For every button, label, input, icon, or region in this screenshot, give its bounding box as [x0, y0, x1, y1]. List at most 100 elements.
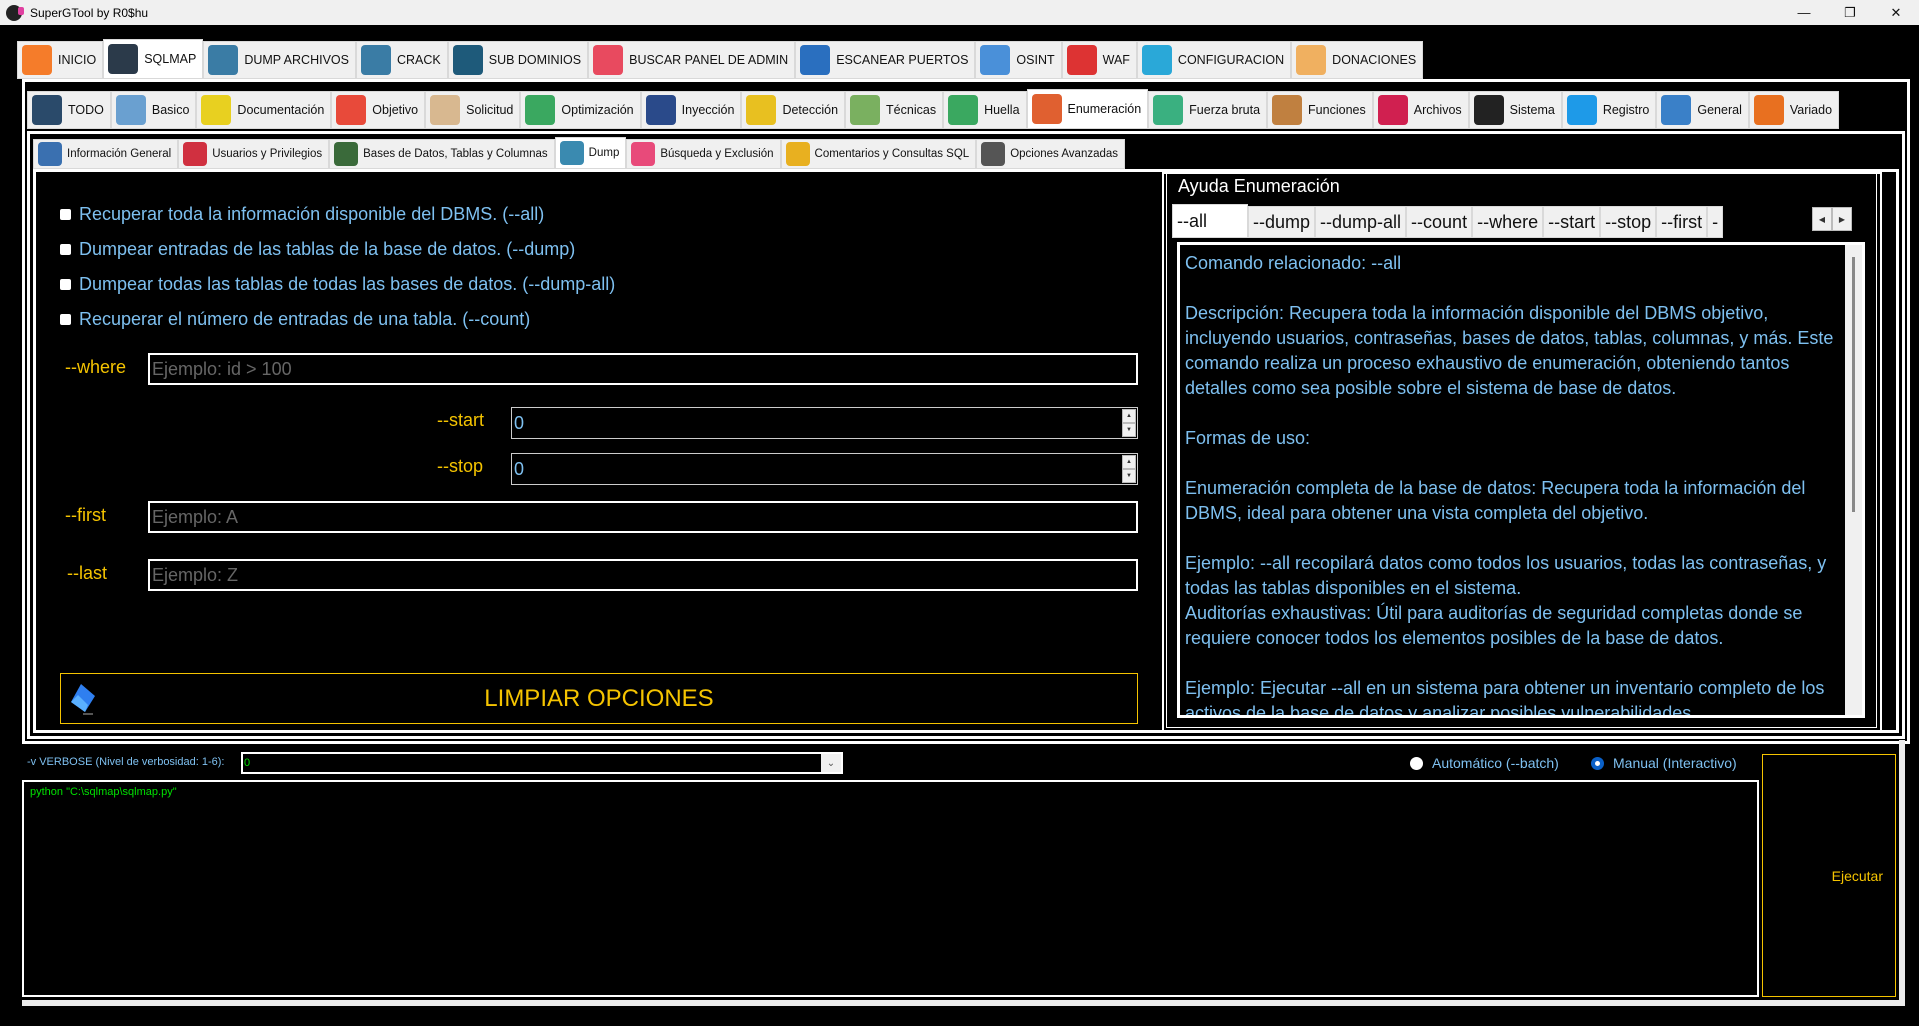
radio-button[interactable] [1410, 756, 1423, 770]
first-label: --first [65, 505, 106, 525]
tab-sistema[interactable]: Sistema [1468, 91, 1562, 129]
checkbox-count[interactable]: Recuperar el número de entradas de una t… [60, 302, 615, 337]
help-scrollbar[interactable] [1845, 245, 1862, 715]
close-icon[interactable]: ✕ [1873, 0, 1919, 25]
tab-label: Basico [151, 103, 190, 117]
tab-bases-de-datos-tablas-y-columnas[interactable]: Bases de Datos, Tablas y Columnas [329, 139, 555, 169]
dump-options: Recuperar toda la información disponible… [60, 197, 615, 337]
radio-batch[interactable]: Automático (--batch) [1410, 755, 1559, 771]
tab-busqueda-y-exclusion[interactable]: Búsqueda y Exclusión [626, 139, 781, 169]
tab-comentarios-y-consultas-sql[interactable]: Comentarios y Consultas SQL [780, 139, 977, 169]
tab-todo[interactable]: TODO [27, 91, 111, 129]
tab-label: Archivos [1413, 103, 1462, 117]
admin-panel-icon [593, 45, 624, 75]
help-tab-count[interactable]: --count [1406, 206, 1473, 238]
help-tab-first[interactable]: --first [1656, 206, 1708, 238]
tab-informacion-general[interactable]: Información General [33, 139, 179, 169]
tab-solicitud[interactable]: Solicitud [425, 91, 521, 129]
where-input[interactable]: Ejemplo: id > 100 [148, 353, 1138, 385]
help-tab-all[interactable]: --all [1172, 204, 1248, 238]
restore-icon[interactable]: ❐ [1827, 0, 1873, 25]
tab-dump[interactable]: Dump [554, 137, 627, 169]
app-logo-icon [6, 4, 24, 21]
first-input[interactable]: Ejemplo: A [148, 501, 1138, 533]
checkbox-box[interactable] [60, 209, 71, 220]
checkbox-all[interactable]: Recuperar toda la información disponible… [60, 197, 615, 232]
tab-fuerza-bruta[interactable]: Fuerza bruta [1148, 91, 1268, 129]
scroll-left-icon[interactable]: ◀ [1812, 207, 1832, 231]
tab-buscar-panel-de-admin[interactable]: BUSCAR PANEL DE ADMIN [588, 41, 796, 79]
radio-button[interactable] [1591, 756, 1604, 770]
tab-huella[interactable]: Huella [943, 91, 1027, 129]
tab-deteccion[interactable]: Detección [741, 91, 846, 129]
title-bar: SuperGTool by R0$hu — ❐ ✕ [0, 0, 1919, 25]
tab-label: ESCANEAR PUERTOS [836, 53, 969, 67]
tab-basico[interactable]: Basico [110, 91, 197, 129]
tab-label: OSINT [1016, 53, 1055, 67]
tab-configuracion[interactable]: CONFIGURACION [1136, 41, 1292, 79]
tab-inyeccion[interactable]: Inyección [640, 91, 742, 129]
tab-dump-archivos[interactable]: DUMP ARCHIVOS [203, 41, 356, 79]
tab-tecnicas[interactable]: Técnicas [845, 91, 944, 129]
scrollbar-thumb[interactable] [1852, 257, 1855, 512]
spin-down-icon[interactable]: ▼ [1122, 423, 1136, 437]
checkbox-label: Dumpear entradas de las tablas de la bas… [79, 239, 576, 259]
first-placeholder: Ejemplo: A [152, 506, 239, 527]
tab-donaciones[interactable]: DONACIONES [1291, 41, 1424, 79]
tab-registro[interactable]: Registro [1561, 91, 1657, 129]
help-tab-where[interactable]: --where [1472, 206, 1544, 238]
tab-crack[interactable]: CRACK [355, 41, 448, 79]
checkbox-box[interactable] [60, 314, 71, 325]
tab-waf[interactable]: WAF [1061, 41, 1137, 79]
warning-magnifier-icon [746, 95, 777, 125]
tab-sqlmap[interactable]: SQLMAP [103, 39, 204, 79]
checkbox-box[interactable] [60, 244, 71, 255]
radio-label: Automático (--batch) [1432, 755, 1559, 771]
help-tab-start[interactable]: --start [1543, 206, 1601, 238]
enumeracion-tab-bar: Información General Usuarios y Privilegio… [33, 137, 1126, 169]
help-tab-stop[interactable]: --stop [1600, 206, 1657, 238]
tab-label: Usuarios y Privilegios [212, 148, 323, 160]
tab-opciones-avanzadas[interactable]: Opciones Avanzadas [976, 139, 1126, 169]
tab-label: Enumeración [1067, 102, 1142, 116]
speedometer-icon [525, 95, 556, 125]
tab-archivos[interactable]: Archivos [1372, 91, 1469, 129]
verbose-select[interactable]: 0 ⌄ [241, 752, 843, 774]
scroll-right-icon[interactable]: ▶ [1832, 207, 1852, 231]
tab-inicio[interactable]: INICIO [17, 41, 104, 79]
tab-optimizacion[interactable]: Optimización [520, 91, 641, 129]
tab-general[interactable]: General [1656, 91, 1749, 129]
help-tab-dump-all[interactable]: --dump-all [1315, 206, 1407, 238]
spin-up-icon[interactable]: ▲ [1122, 455, 1136, 469]
tab-enumeracion[interactable]: Enumeración [1026, 89, 1149, 129]
checkbox-dump[interactable]: Dumpear entradas de las tablas de la bas… [60, 232, 615, 267]
tab-funciones[interactable]: Funciones [1267, 91, 1373, 129]
last-input[interactable]: Ejemplo: Z [148, 559, 1138, 591]
checkbox-box[interactable] [60, 279, 71, 290]
radio-manual[interactable]: Manual (Interactivo) [1591, 755, 1737, 771]
main-tab-bar: INICIO SQLMAP DUMP ARCHIVOS CRACK SUB DOMINI… [17, 39, 1424, 79]
tab-variado[interactable]: Variado [1748, 91, 1840, 129]
tab-osint[interactable]: OSINT [975, 41, 1062, 79]
help-tab-dump[interactable]: --dump [1248, 206, 1316, 238]
tab-escanear-puertos[interactable]: ESCANEAR PUERTOS [795, 41, 976, 79]
help-text-area[interactable]: Comando relacionado: --all Descripción: … [1177, 242, 1865, 718]
execute-button[interactable]: Ejecutar [1762, 754, 1896, 997]
tab-documentacion[interactable]: Documentación [196, 91, 332, 129]
command-console[interactable]: python "C:\sqlmap\sqlmap.py" [22, 780, 1759, 997]
checkbox-dump-all[interactable]: Dumpear todas las tablas de todas las ba… [60, 267, 615, 302]
start-spinbox[interactable]: 0 ▲ ▼ [511, 407, 1138, 439]
tab-objetivo[interactable]: Objetivo [331, 91, 426, 129]
chevron-down-icon[interactable]: ⌄ [821, 754, 841, 772]
spin-up-icon[interactable]: ▲ [1122, 409, 1136, 423]
tab-label: Búsqueda y Exclusión [660, 148, 774, 160]
tab-sub-dominios[interactable]: SUB DOMINIOS [447, 41, 589, 79]
spin-down-icon[interactable]: ▼ [1122, 469, 1136, 483]
help-tab-more[interactable]: - [1707, 206, 1724, 238]
stop-spinbox[interactable]: 0 ▲ ▼ [511, 453, 1138, 485]
tab-label: Opciones Avanzadas [1010, 148, 1119, 160]
tab-usuarios-y-privilegios[interactable]: Usuarios y Privilegios [178, 139, 330, 169]
help-tab-bar: --all --dump --dump-all --count --where --sta… [1172, 204, 1724, 238]
clear-options-button[interactable]: LIMPIAR OPCIONES [60, 673, 1138, 724]
minimize-icon[interactable]: — [1781, 0, 1827, 25]
